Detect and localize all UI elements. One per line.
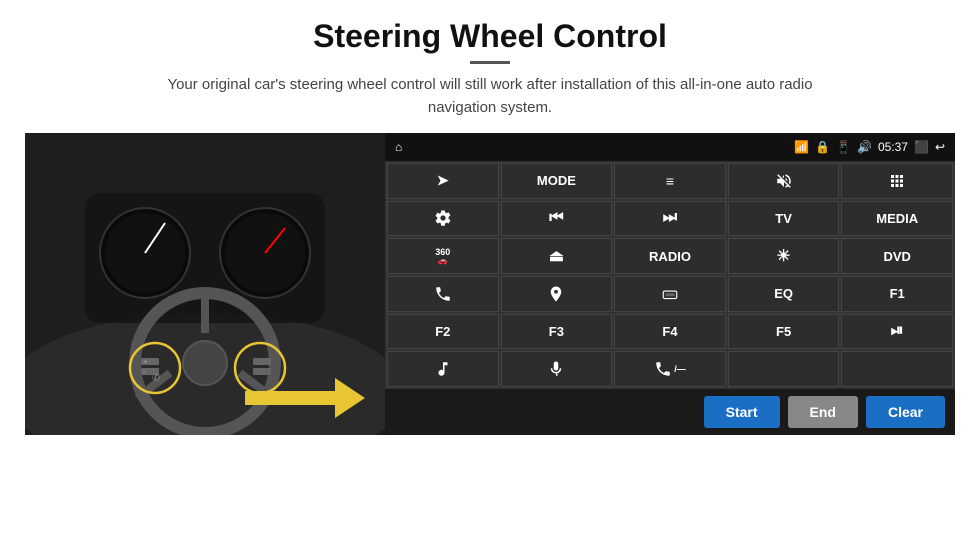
brightness-icon: ☀ (776, 246, 790, 266)
bt-icon: 🔊 (857, 140, 872, 154)
btn-phone[interactable] (387, 276, 499, 312)
btn-music[interactable] (387, 351, 499, 387)
car-image: + - ✆ (25, 133, 385, 435)
sim-icon: 📱 (836, 140, 851, 154)
btn-media[interactable]: MEDIA (841, 201, 953, 237)
btn-tv[interactable]: TV (728, 201, 840, 237)
btn-mute[interactable] (728, 163, 840, 199)
list-icon: ≡ (666, 173, 674, 189)
svg-text:+: + (143, 357, 148, 366)
content-row: + - ✆ ⌂ 📶 (30, 133, 950, 435)
end-button[interactable]: End (788, 396, 858, 428)
lock-icon: 🔒 (815, 140, 830, 154)
status-bar: ⌂ 📶 🔒 📱 🔊 05:37 ⬛ ↩ (385, 133, 955, 161)
mic-icon (547, 360, 565, 378)
btn-radio[interactable]: RADIO (614, 238, 726, 274)
status-time: 05:37 (878, 140, 908, 154)
eject-icon: ⏏ (549, 246, 564, 266)
btn-list[interactable]: ≡ (614, 163, 726, 199)
music-icon (434, 360, 452, 378)
cell-empty-2 (841, 351, 953, 387)
status-left: ⌂ (395, 140, 402, 154)
btn-play-pause[interactable]: ⏯ (841, 314, 953, 350)
start-button[interactable]: Start (704, 396, 780, 428)
settings-icon (434, 209, 452, 227)
btn-eject[interactable]: ⏏ (501, 238, 613, 274)
btn-brightness[interactable]: ☀ (728, 238, 840, 274)
btn-eq[interactable]: EQ (728, 276, 840, 312)
clear-button[interactable]: Clear (866, 396, 945, 428)
btn-mirror[interactable] (614, 276, 726, 312)
play-pause-icon: ⏯ (891, 322, 904, 340)
btn-mode[interactable]: MODE (501, 163, 613, 199)
btn-f3[interactable]: F3 (501, 314, 613, 350)
svg-text:✆: ✆ (152, 373, 160, 384)
navigation-icon (547, 285, 565, 303)
btn-navigate[interactable]: ➤ (387, 163, 499, 199)
status-right: 📶 🔒 📱 🔊 05:37 ⬛ ↩ (794, 140, 945, 154)
wifi-icon: 📶 (794, 140, 809, 154)
page-title: Steering Wheel Control (313, 18, 667, 55)
rewind-icon: ⏮ (549, 209, 563, 227)
button-grid: ➤ MODE ≡ (385, 161, 955, 389)
back-icon: ↩ (935, 140, 945, 154)
navigate-icon: ➤ (437, 172, 449, 189)
mute-icon (775, 172, 793, 190)
btn-f5[interactable]: F5 (728, 314, 840, 350)
btn-f2[interactable]: F2 (387, 314, 499, 350)
btn-nav-circle[interactable] (501, 276, 613, 312)
btn-settings[interactable] (387, 201, 499, 237)
screen-icon: ⬛ (914, 140, 929, 154)
head-unit: ⌂ 📶 🔒 📱 🔊 05:37 ⬛ ↩ (385, 133, 955, 435)
svg-text:-: - (143, 367, 146, 376)
btn-dvd[interactable]: DVD (841, 238, 953, 274)
btn-phone-call[interactable]: /— (614, 351, 726, 387)
cell-empty-1 (728, 351, 840, 387)
apps-icon (888, 172, 906, 190)
btn-mic[interactable] (501, 351, 613, 387)
btn-f4[interactable]: F4 (614, 314, 726, 350)
title-divider (470, 61, 510, 64)
home-icon[interactable]: ⌂ (395, 140, 402, 154)
phone-call-icon (654, 360, 672, 378)
forward-icon: ⏭ (663, 209, 677, 227)
btn-forward[interactable]: ⏭ (614, 201, 726, 237)
bottom-bar: Start End Clear (385, 389, 955, 435)
mirror-icon (661, 285, 679, 303)
btn-360[interactable]: 360 🚗 (387, 238, 499, 274)
phone-icon (434, 285, 452, 303)
page-subtitle: Your original car's steering wheel contr… (140, 74, 840, 119)
btn-rewind[interactable]: ⏮ (501, 201, 613, 237)
btn-f1[interactable]: F1 (841, 276, 953, 312)
btn-apps[interactable] (841, 163, 953, 199)
